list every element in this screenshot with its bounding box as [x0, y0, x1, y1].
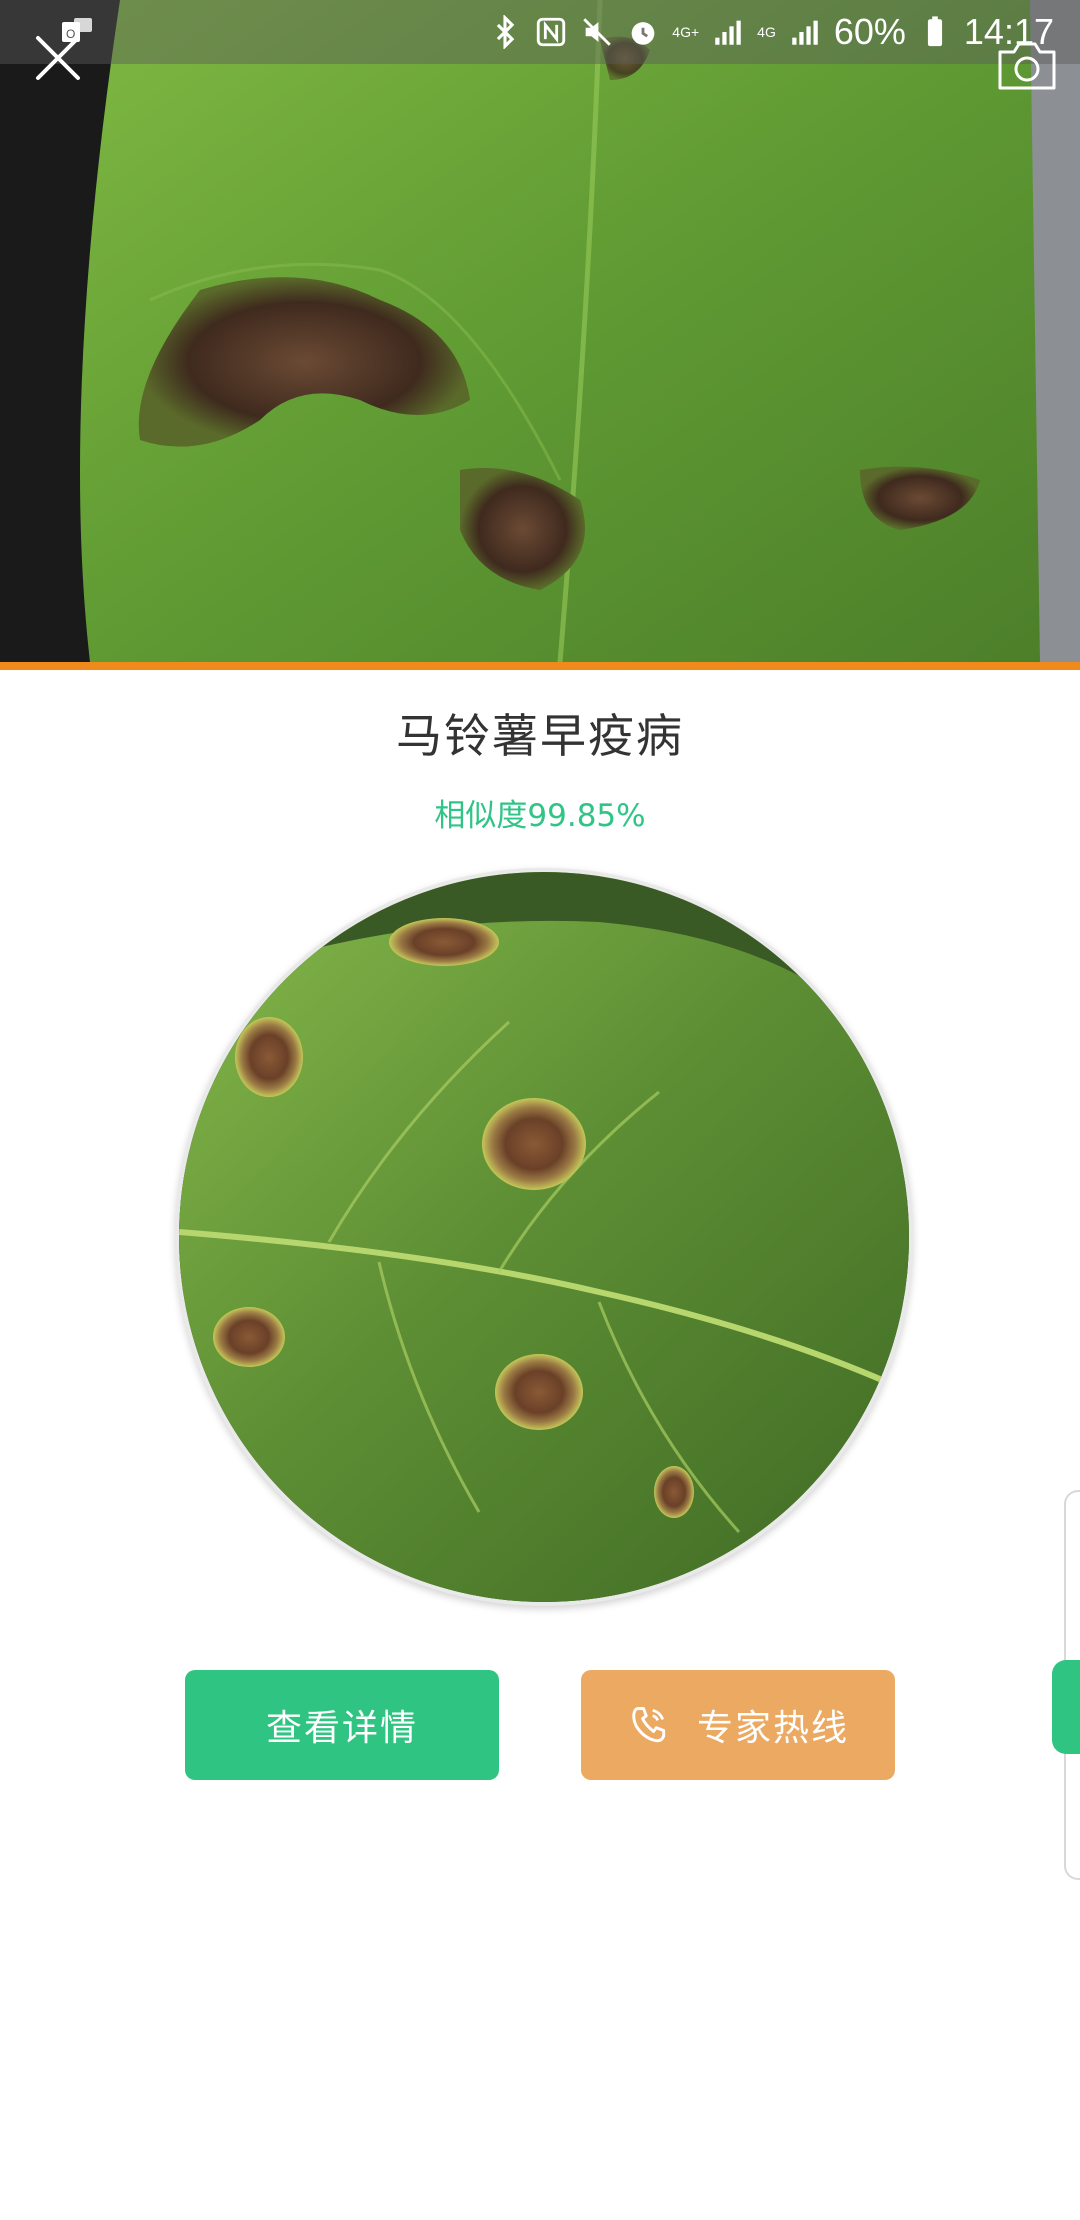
- view-details-button[interactable]: 查看详情: [185, 1670, 499, 1780]
- bluetooth-icon: [488, 14, 522, 50]
- phone-icon: [632, 1707, 666, 1743]
- alarm-icon: [626, 15, 660, 49]
- nfc-icon: [534, 15, 568, 49]
- signal-icon-2: [788, 15, 822, 49]
- camera-button[interactable]: [994, 40, 1060, 92]
- expert-hotline-button[interactable]: 专家热线: [581, 1670, 895, 1780]
- photo-divider: [0, 662, 1080, 670]
- battery-icon: [918, 15, 952, 49]
- battery-percent: 60%: [833, 11, 906, 52]
- expert-hotline-label: 专家热线: [696, 1708, 849, 1749]
- status-bar: O 4G+ 4G 60% 14:17: [0, 0, 1080, 64]
- network-type-2: 4G: [757, 24, 776, 40]
- close-icon: [36, 36, 80, 80]
- disease-result-screen: O 4G+ 4G 60% 14:17 马铃薯早疫病 相似度99.85% 查看详情…: [0, 0, 1080, 2220]
- close-button[interactable]: [30, 30, 86, 86]
- network-type-1: 4G+: [672, 24, 700, 40]
- reference-disease-photo: [175, 868, 913, 1606]
- camera-icon: [998, 42, 1056, 90]
- similarity-score: 相似度99.85%: [434, 798, 646, 834]
- signal-icon-1: [711, 15, 745, 49]
- captured-leaf-photo: [0, 0, 1080, 662]
- mute-icon: [580, 15, 614, 49]
- view-details-label: 查看详情: [265, 1708, 418, 1749]
- disease-name: 马铃薯早疫病: [396, 709, 684, 763]
- edge-panel-tab[interactable]: [1052, 1660, 1080, 1754]
